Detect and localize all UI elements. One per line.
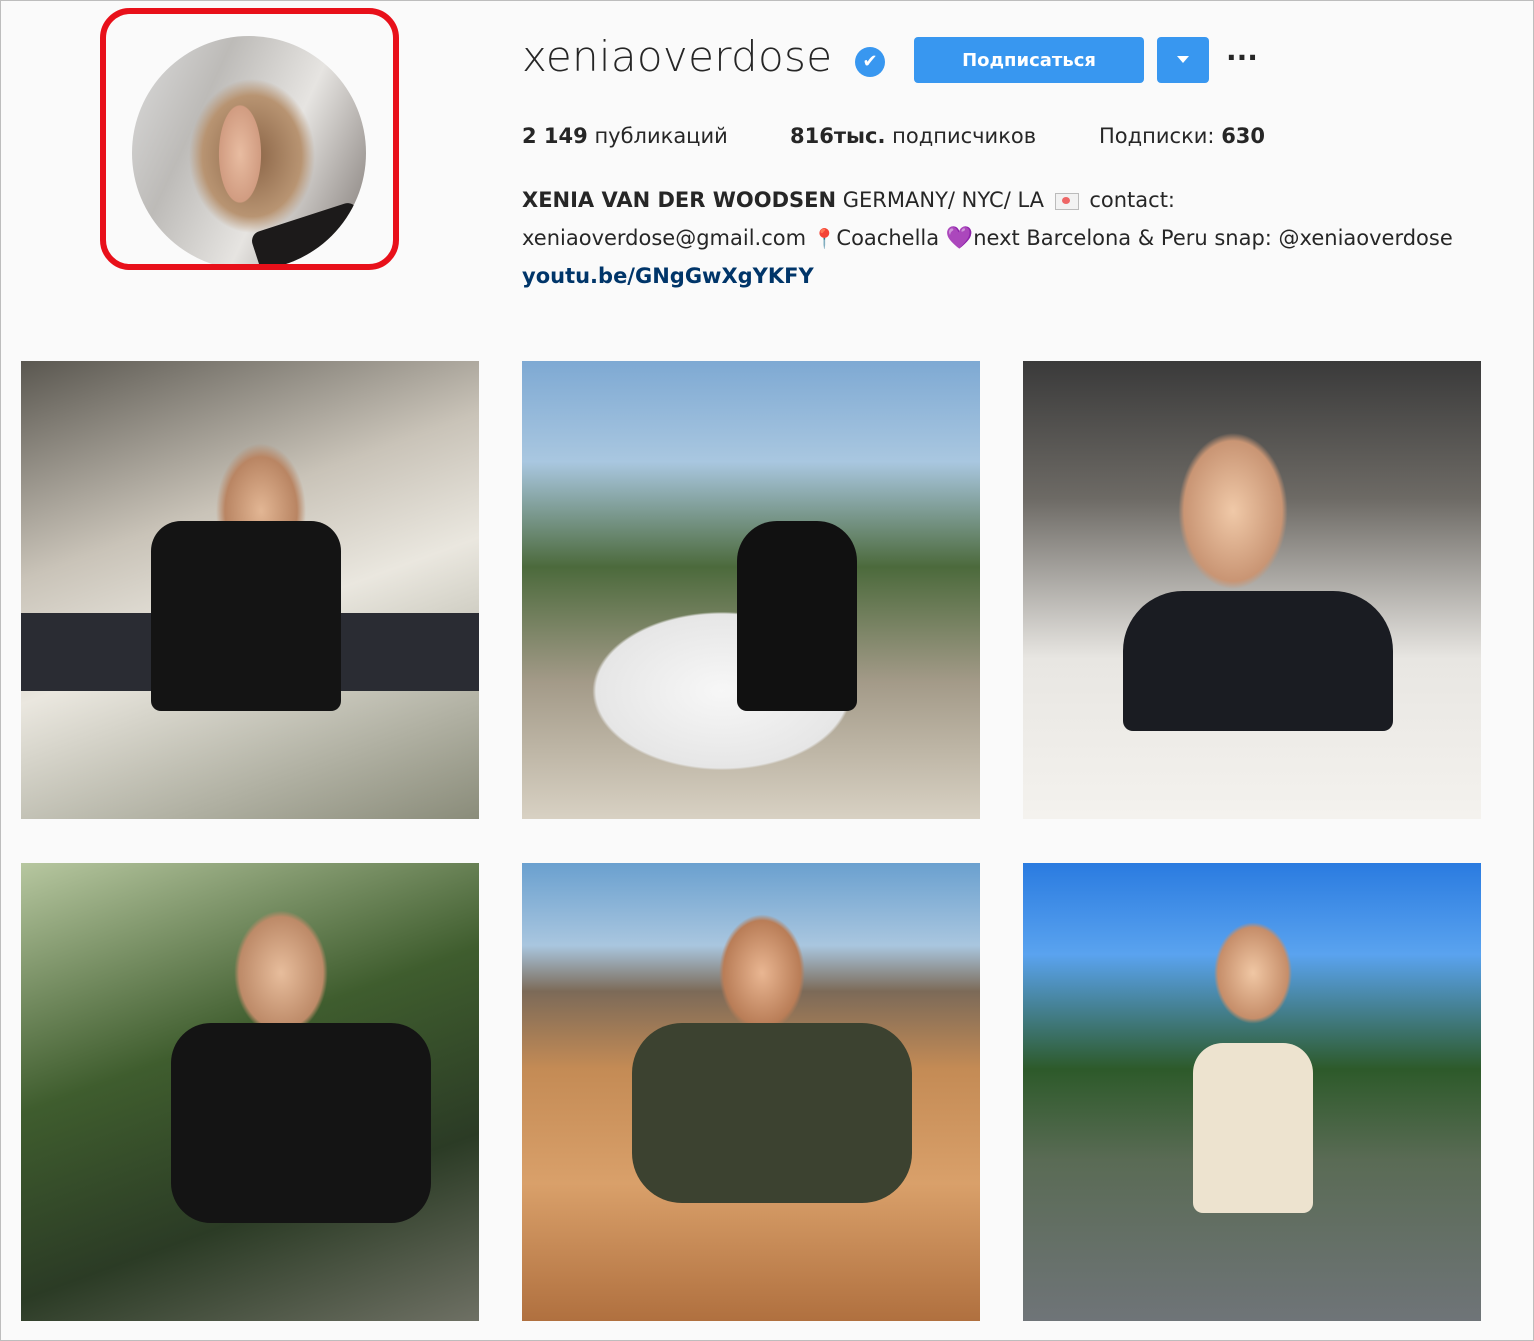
pushpin-icon: 📍 [812,228,837,250]
purple-heart-icon: 💜 [945,226,974,251]
followers-count[interactable]: 816тыс. подписчиков [790,124,1036,148]
envelope-icon [1054,192,1079,210]
follow-button[interactable]: Подписаться [914,37,1144,83]
following-count[interactable]: Подписки: 630 [1099,124,1265,148]
bio-line-2: xeniaoverdose@gmail.com 📍Coachella 💜next… [522,226,1453,251]
post-thumbnail-3[interactable] [1023,361,1481,819]
posts-count: 2 149 публикаций [522,124,728,148]
post-thumbnail-2[interactable] [522,361,980,819]
bio-line-1: XENIA VAN DER WOODSEN GERMANY/ NYC/ LA c… [522,188,1175,212]
post-thumbnail-4[interactable] [21,863,479,1321]
suggestions-dropdown-button[interactable] [1157,37,1209,83]
bio-contact-label: contact: [1082,188,1176,212]
bio-locations: GERMANY/ NYC/ LA [836,188,1051,212]
followers-count-label: подписчиков [892,124,1037,148]
post-thumbnail-5[interactable] [522,863,980,1321]
posts-count-value: 2 149 [522,124,588,148]
following-count-value: 630 [1221,124,1266,148]
posts-count-label: публикаций [594,124,728,148]
avatar-highlight-box [100,8,399,270]
post-thumbnail-1[interactable] [21,361,479,819]
bio-full-name: XENIA VAN DER WOODSEN [522,188,837,212]
verified-badge-icon: ✔ [855,47,885,77]
following-count-label: Подписки: [1099,124,1215,148]
bio-coachella: Coachella [836,226,946,250]
bio-email: xeniaoverdose@gmail.com [522,226,813,250]
more-options-icon[interactable]: ··· [1226,38,1258,78]
bio-link[interactable]: youtu.be/GNgGwXgYKFY [522,264,814,288]
profile-username: xeniaoverdose [522,32,833,81]
bio-next-trips: next Barcelona & Peru snap: @xeniaoverdo… [973,226,1453,250]
post-thumbnail-6[interactable] [1023,863,1481,1321]
followers-count-value: 816тыс. [790,124,886,148]
